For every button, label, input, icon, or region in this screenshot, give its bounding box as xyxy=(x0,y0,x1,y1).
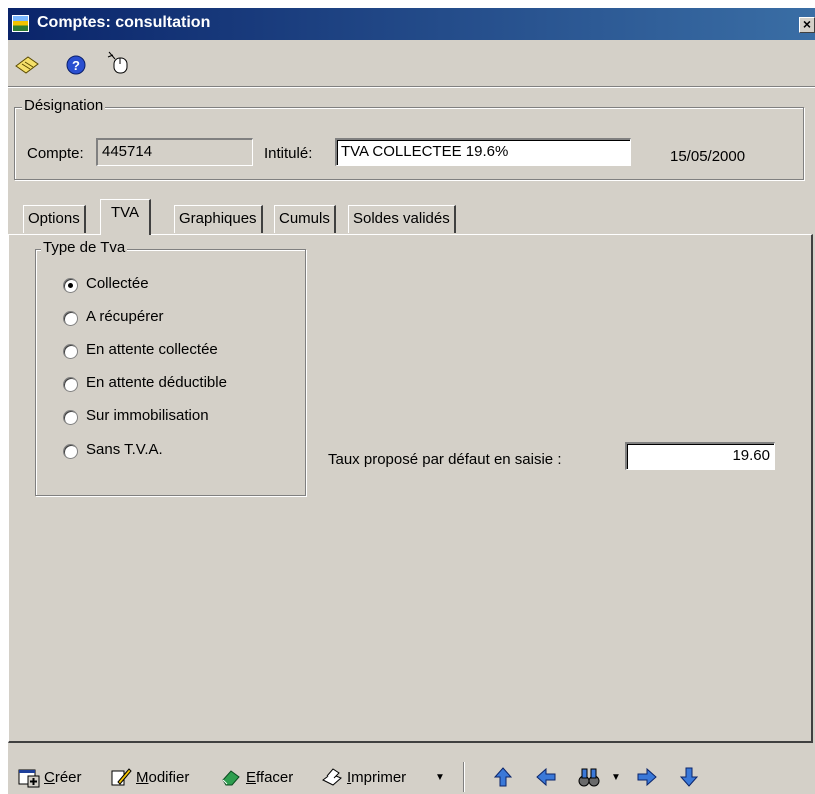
imprimer-button[interactable]: Imprimer xyxy=(321,766,406,788)
taux-field[interactable]: 19.60 xyxy=(625,442,775,470)
radio-en-attente-deductible-label[interactable]: En attente déductible xyxy=(86,374,227,391)
type-tva-legend: Type de Tva xyxy=(41,239,128,256)
first-record-up-arrow-icon[interactable] xyxy=(492,766,514,788)
title-bar[interactable]: Comptes: consultation × xyxy=(8,8,815,40)
imprimer-label: Imprimer xyxy=(347,768,407,786)
radio-sans-tva-label[interactable]: Sans T.V.A. xyxy=(86,441,163,458)
app-icon xyxy=(12,15,29,32)
search-binoculars-icon[interactable] xyxy=(578,766,600,788)
tab-graphiques[interactable]: Graphiques xyxy=(174,205,263,233)
intitule-field[interactable]: TVA COLLECTEE 19.6% xyxy=(335,138,631,166)
radio-en-attente-collectee-label[interactable]: En attente collectée xyxy=(86,341,218,358)
radio-a-recuperer-label[interactable]: A récupérer xyxy=(86,308,164,325)
close-button[interactable]: × xyxy=(799,17,815,33)
toolbar-separator xyxy=(8,86,815,88)
effacer-label: Effacer xyxy=(246,768,294,786)
eraser-icon xyxy=(222,770,240,786)
tab-cumuls[interactable]: Cumuls xyxy=(274,205,336,233)
tab-tva[interactable]: TVA xyxy=(100,199,152,235)
consultation-window: Comptes: consultation × ? Désignation Co… xyxy=(8,8,815,794)
help-icon[interactable]: ? xyxy=(65,54,87,76)
compte-field: 445714 xyxy=(96,138,253,166)
radio-sur-immobilisation-label[interactable]: Sur immobilisation xyxy=(86,407,209,424)
imprimer-dropdown-arrow[interactable]: ▼ xyxy=(435,772,445,783)
designation-legend: Désignation xyxy=(22,97,106,114)
taux-label: Taux proposé par défaut en saisie : xyxy=(328,451,562,468)
effacer-button[interactable]: Effacer xyxy=(220,766,293,788)
notepad-icon[interactable] xyxy=(14,54,40,76)
radio-a-recuperer[interactable] xyxy=(63,311,78,326)
printer-icon xyxy=(322,768,342,786)
edit-icon xyxy=(111,768,132,786)
radio-sur-immobilisation[interactable] xyxy=(63,410,78,425)
creer-label: Créer xyxy=(44,768,82,786)
modifier-button[interactable]: Modifier xyxy=(110,766,189,788)
tab-soldes-valides[interactable]: Soldes validés xyxy=(348,205,456,233)
radio-collectee-label[interactable]: Collectée xyxy=(86,275,149,292)
tab-options[interactable]: Options xyxy=(23,205,86,233)
next-right-arrow-icon[interactable] xyxy=(636,766,658,788)
new-window-icon xyxy=(18,769,40,788)
creer-button[interactable]: Créer xyxy=(18,766,82,788)
date-display: 15/05/2000 xyxy=(670,148,746,165)
intitule-label: Intitulé: xyxy=(264,145,313,162)
bottom-bar-separator xyxy=(463,762,465,792)
radio-sans-tva[interactable] xyxy=(63,444,78,459)
modifier-label: Modifier xyxy=(136,768,190,786)
radio-en-attente-deductible[interactable] xyxy=(63,377,78,392)
svg-text:?: ? xyxy=(72,58,80,73)
last-record-down-arrow-icon[interactable] xyxy=(678,766,700,788)
mouse-pointer-icon[interactable] xyxy=(106,50,132,76)
previous-left-arrow-icon[interactable] xyxy=(535,766,557,788)
radio-en-attente-collectee[interactable] xyxy=(63,344,78,359)
window-title: Comptes: consultation xyxy=(37,14,211,31)
search-dropdown-arrow[interactable]: ▼ xyxy=(611,772,621,783)
compte-label: Compte: xyxy=(27,145,84,162)
radio-collectee[interactable] xyxy=(63,278,78,293)
